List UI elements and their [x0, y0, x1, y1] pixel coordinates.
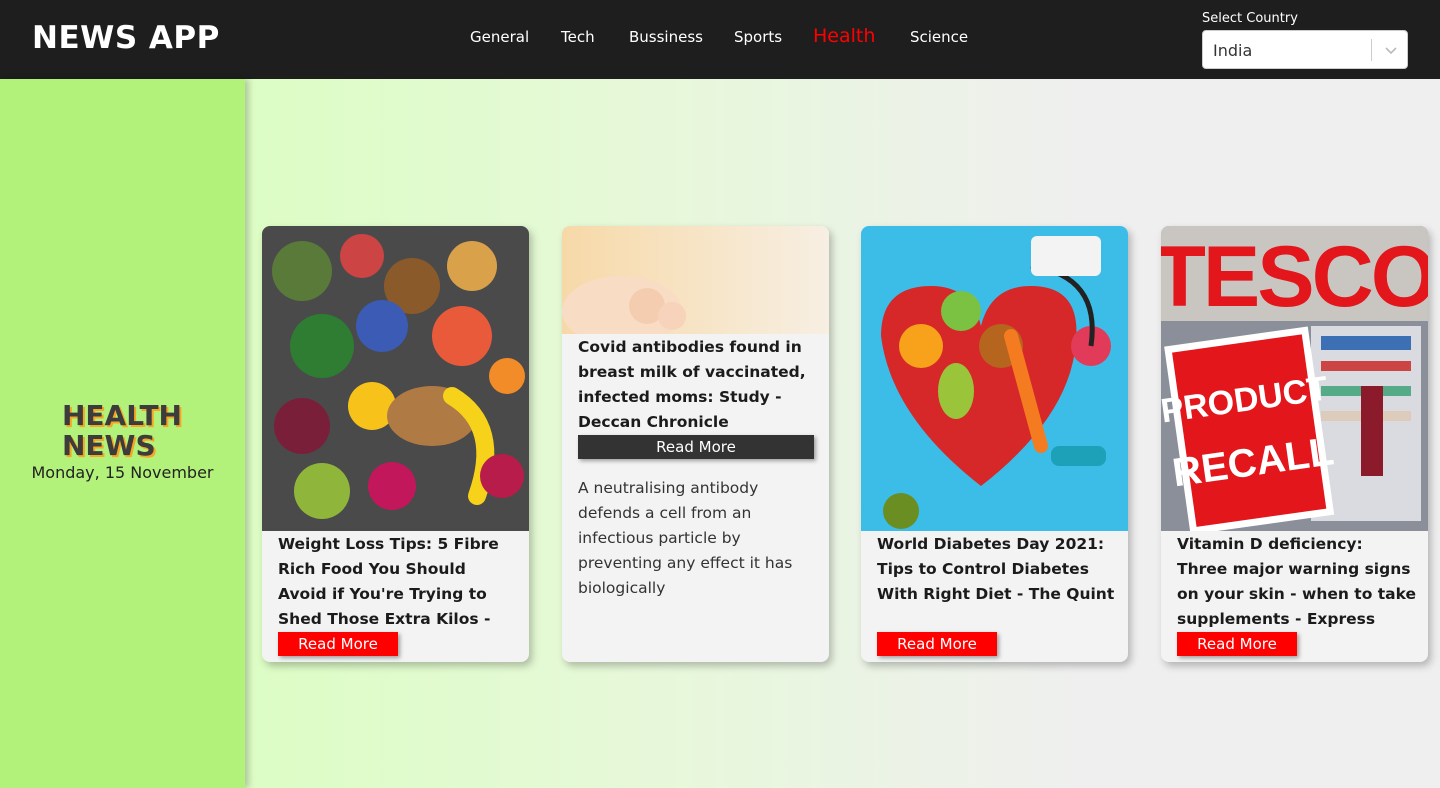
section-title-line1: HEALTH	[62, 399, 182, 432]
news-card: Covid antibodies found in breast milk of…	[562, 226, 829, 662]
news-card-title[interactable]: Covid antibodies found in breast milk of…	[578, 335, 818, 435]
country-select-value: India	[1213, 41, 1253, 60]
nav-sports[interactable]: Sports	[734, 28, 782, 46]
nav-general[interactable]: General	[470, 28, 529, 46]
nav-science[interactable]: Science	[910, 28, 968, 46]
news-card: TESCO PRODUCT RECALL Vitamin D deficienc…	[1161, 226, 1428, 662]
country-select[interactable]: India	[1202, 30, 1408, 69]
news-card-image: TESCO PRODUCT RECALL	[1161, 226, 1428, 531]
news-card-title[interactable]: Vitamin D deficiency: Three major warnin…	[1177, 532, 1417, 632]
news-card-image	[562, 226, 829, 334]
section-title-line2: NEWS	[62, 429, 156, 462]
nav-health[interactable]: Health	[813, 25, 875, 47]
read-more-button[interactable]: Read More	[1177, 632, 1297, 656]
top-navbar: NEWS APP General Tech Bussiness Sports H…	[0, 0, 1440, 79]
select-divider	[1371, 39, 1372, 61]
read-more-button[interactable]: Read More	[278, 632, 398, 656]
news-card-image	[861, 226, 1128, 531]
section-title: HEALTH NEWS	[62, 401, 222, 461]
sidebar: HEALTH NEWS Monday, 15 November	[0, 79, 245, 788]
tesco-logo-text: TESCO	[1161, 229, 1428, 325]
nav-tech[interactable]: Tech	[561, 28, 595, 46]
news-card: World Diabetes Day 2021: Tips to Control…	[861, 226, 1128, 662]
chevron-down-icon[interactable]	[1381, 40, 1401, 60]
read-more-button[interactable]: Read More	[877, 632, 997, 656]
news-card-title[interactable]: Weight Loss Tips: 5 Fibre Rich Food You …	[278, 532, 518, 632]
news-card-title[interactable]: World Diabetes Day 2021: Tips to Control…	[877, 532, 1117, 607]
news-card: Weight Loss Tips: 5 Fibre Rich Food You …	[262, 226, 529, 662]
news-card-description: A neutralising antibody defends a cell f…	[578, 479, 793, 597]
country-select-label: Select Country	[1202, 11, 1298, 26]
nav-bussiness[interactable]: Bussiness	[629, 28, 703, 46]
news-card-image	[262, 226, 529, 531]
current-date: Monday, 15 November	[31, 463, 214, 482]
read-more-button[interactable]: Read More	[578, 435, 814, 459]
